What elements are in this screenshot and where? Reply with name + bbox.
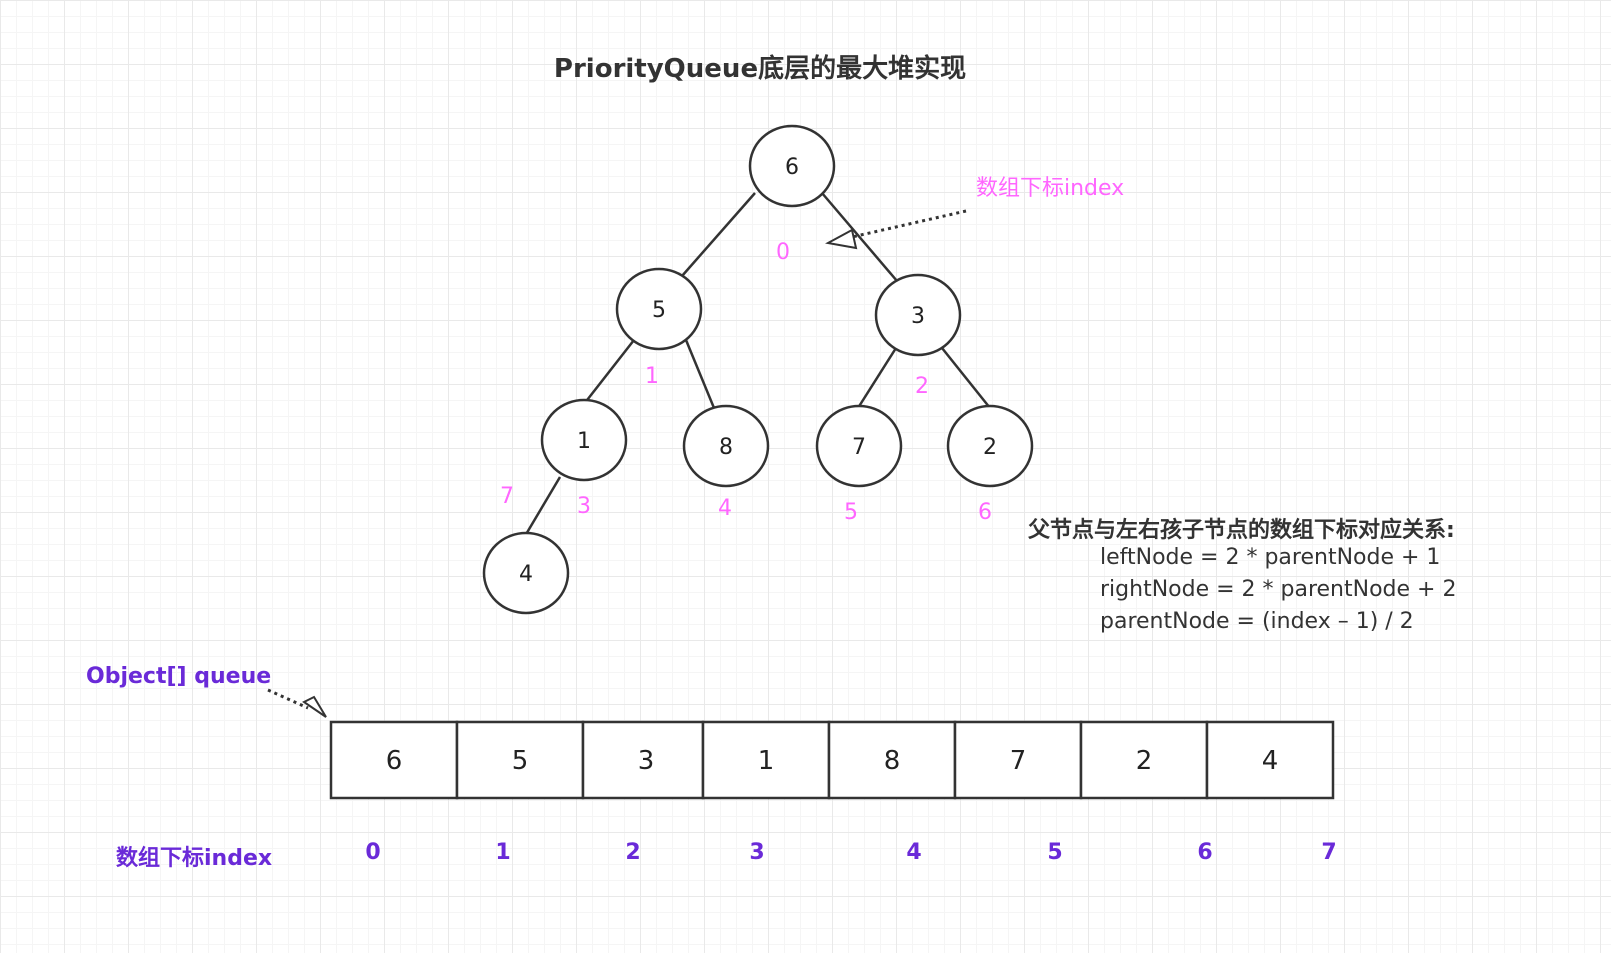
- array-index: 3: [749, 840, 765, 865]
- array-value: 2: [1136, 746, 1153, 776]
- array-value: 8: [884, 746, 901, 776]
- tree-node-label: 2: [983, 435, 997, 460]
- queue-label: Object[] queue: [86, 664, 272, 689]
- array-index: 4: [906, 840, 922, 865]
- edge-6-5: [681, 192, 756, 277]
- tree-node-labels: 6 5 3 1 8 7 2 4: [519, 155, 997, 587]
- tree-node-label: 6: [785, 155, 799, 180]
- array-index: 0: [365, 840, 381, 865]
- queue-pointer-arrow: [267, 688, 327, 718]
- heap-diagram: 6 5 3 1 8 7 2 4 6 5 3 1 8 7 2 4: [267, 124, 1335, 800]
- array-value: 6: [386, 746, 403, 776]
- relation-title: 父节点与左右孩子节点的数组下标对应关系:: [1028, 518, 1455, 543]
- tree-index-label: 0: [776, 240, 790, 265]
- array-index: 1: [495, 840, 511, 865]
- array-index: 2: [625, 840, 641, 865]
- edge-5-1: [583, 339, 635, 405]
- tree-node-label: 4: [519, 562, 533, 587]
- array-value: 1: [758, 746, 775, 776]
- page-title: PriorityQueue底层的最大堆实现: [553, 54, 967, 84]
- array-value: 4: [1262, 746, 1279, 776]
- array-index: 6: [1197, 840, 1213, 865]
- tree-index-label: 5: [844, 500, 858, 525]
- relation-line-right: rightNode = 2 * parentNode + 2: [1100, 577, 1457, 602]
- tree-index-label: 6: [978, 500, 992, 525]
- index-pointer-arrow: [825, 209, 967, 250]
- queue-array: [329, 720, 1335, 800]
- tree-index-label: 1: [645, 364, 659, 389]
- tree-index-label: 3: [577, 494, 591, 519]
- relation-line-parent: parentNode = (index – 1) / 2: [1100, 609, 1414, 634]
- tree-node-label: 3: [911, 304, 925, 329]
- array-index-label: 数组下标index: [116, 846, 273, 871]
- relation-line-left: leftNode = 2 * parentNode + 1: [1100, 545, 1441, 570]
- array-index: 5: [1047, 840, 1063, 865]
- array-value: 3: [638, 746, 655, 776]
- tree-nodes: [482, 124, 1034, 615]
- tree-node-label: 5: [652, 298, 666, 323]
- edge-3-2: [941, 347, 991, 409]
- heap-index-label: 数组下标index: [976, 176, 1125, 201]
- edge-5-8: [684, 339, 716, 409]
- array-index: 7: [1321, 840, 1337, 865]
- array-value: 5: [512, 746, 529, 776]
- edge-6-3: [821, 192, 898, 282]
- edge-3-7: [856, 347, 898, 409]
- tree-node-label: 8: [719, 435, 733, 460]
- tree-index-label: 4: [718, 496, 732, 521]
- tree-node-label: 1: [577, 429, 591, 454]
- tree-index-label: 2: [915, 374, 929, 399]
- array-value: 7: [1010, 746, 1027, 776]
- edge-1-4: [523, 476, 562, 537]
- tree-node-label: 7: [852, 435, 866, 460]
- tree-index-label: 7: [500, 484, 514, 509]
- tree-edges: [523, 192, 991, 537]
